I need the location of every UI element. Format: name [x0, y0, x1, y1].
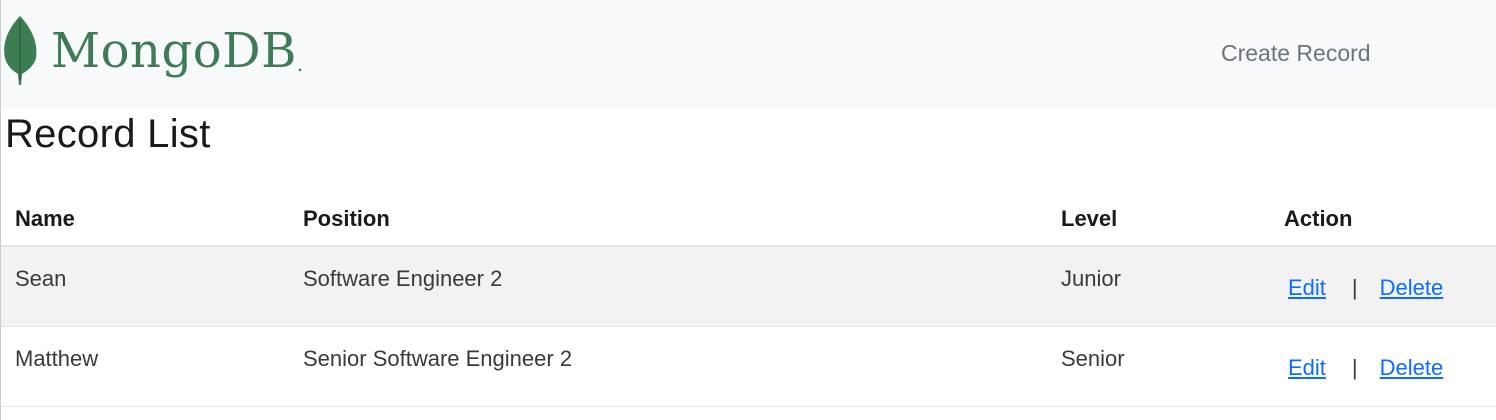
action-separator: |: [1351, 275, 1358, 301]
column-header-action: Action: [1270, 188, 1496, 247]
delete-link[interactable]: Delete: [1380, 355, 1444, 380]
edit-link[interactable]: Edit: [1288, 355, 1326, 380]
delete-link[interactable]: Delete: [1380, 275, 1444, 300]
table-body: Sean Software Engineer 2 Junior Edit | Del…: [1, 246, 1496, 407]
brand-name: MongoDB: [51, 23, 297, 79]
navbar: MongoDB . Create Record: [1, 0, 1496, 108]
cell-name: Matthew: [1, 326, 289, 407]
cell-name: Sean: [1, 246, 289, 327]
app-page: MongoDB . Create Record Record List Name…: [0, 0, 1496, 420]
create-record-link[interactable]: Create Record: [1221, 40, 1371, 67]
table-header-row: Name Position Level Action: [1, 188, 1496, 247]
page-title: Record List: [5, 112, 211, 156]
brand-logo-link[interactable]: MongoDB .: [1, 14, 303, 86]
column-header-name: Name: [1, 188, 289, 247]
cell-position: Software Engineer 2: [289, 246, 1047, 327]
table-header: Name Position Level Action: [1, 188, 1496, 247]
cell-level: Senior: [1047, 326, 1270, 407]
cell-action: Edit | Delete: [1270, 246, 1496, 327]
cell-action: Edit | Delete: [1270, 326, 1496, 407]
column-header-position: Position: [289, 188, 1047, 247]
table-row: Matthew Senior Software Engineer 2 Senio…: [1, 326, 1496, 407]
records-table: Name Position Level Action Sean Software…: [1, 188, 1496, 407]
cell-level: Junior: [1047, 246, 1270, 327]
table-row: Sean Software Engineer 2 Junior Edit | Del…: [1, 246, 1496, 327]
leaf-icon: [4, 16, 37, 85]
edit-link[interactable]: Edit: [1288, 275, 1326, 300]
brand-trademark: .: [296, 52, 304, 76]
cell-position: Senior Software Engineer 2: [289, 326, 1047, 407]
column-header-level: Level: [1047, 188, 1270, 247]
action-separator: |: [1351, 355, 1358, 380]
